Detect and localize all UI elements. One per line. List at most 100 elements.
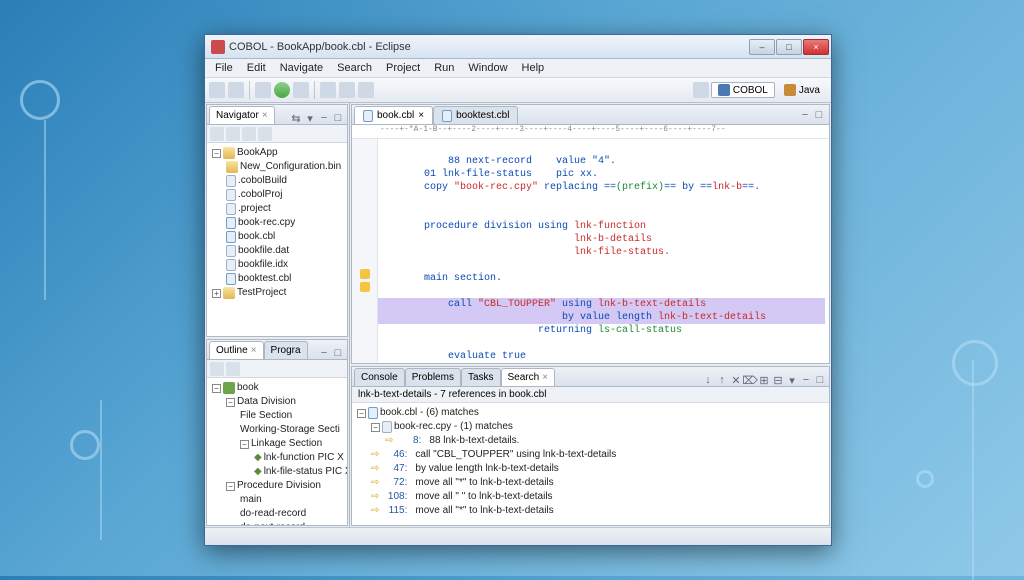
collapse-icon[interactable]: −	[371, 423, 380, 432]
outline-leaf[interactable]: ◆ lnk-function PIC X	[252, 451, 344, 465]
search-tab[interactable]: Search×	[501, 368, 556, 386]
tree-item[interactable]: New_Configuration.bin	[224, 160, 344, 174]
next-match-icon[interactable]: ↓	[702, 374, 714, 386]
run-button[interactable]	[274, 82, 290, 98]
menu-project[interactable]: Project	[380, 61, 426, 75]
ext-tools-button[interactable]	[293, 82, 309, 98]
maximize-icon[interactable]: □	[813, 109, 825, 121]
tree-item[interactable]: book.cbl	[224, 230, 344, 244]
collapse-icon[interactable]: −	[357, 409, 366, 418]
close-icon[interactable]: ×	[418, 110, 424, 121]
collapse-icon[interactable]: −	[212, 149, 221, 158]
warning-marker-icon[interactable]	[360, 269, 370, 279]
editor-tab[interactable]: booktest.cbl	[433, 106, 518, 124]
close-icon[interactable]: ×	[542, 372, 548, 383]
menu-navigate[interactable]: Navigate	[274, 61, 329, 75]
menu-window[interactable]: Window	[462, 61, 513, 75]
tree-item[interactable]: booktest.cbl	[224, 272, 344, 286]
code-area[interactable]: 88 next-record value "4". 01 lnk-file-st…	[352, 139, 829, 363]
expand-all-icon[interactable]: ⊞	[758, 374, 770, 386]
warning-marker-icon[interactable]	[360, 282, 370, 292]
outline-node[interactable]: −Procedure Division	[224, 479, 344, 493]
outline-leaf[interactable]: main	[238, 493, 344, 507]
save-button[interactable]	[228, 82, 244, 98]
navigator-tab[interactable]: Navigator ×	[209, 106, 275, 124]
minimize-icon[interactable]: −	[318, 112, 330, 124]
tree-item[interactable]: bookfile.dat	[224, 244, 344, 258]
program-tab[interactable]: Progra	[264, 341, 308, 359]
collapse-icon[interactable]: −	[226, 482, 235, 491]
tree-item[interactable]: bookfile.idx	[224, 258, 344, 272]
outline-leaf[interactable]: do-next-record	[238, 521, 344, 525]
outline-leaf[interactable]: ◆ lnk-file-status PIC X	[252, 465, 344, 479]
nav-fwd-button[interactable]	[358, 82, 374, 98]
outline-node[interactable]: −Data Division	[224, 395, 344, 409]
close-icon[interactable]: ×	[262, 110, 268, 121]
console-tab[interactable]: Console	[354, 368, 405, 386]
open-perspective-button[interactable]	[693, 82, 709, 98]
code-editor[interactable]: ----+-*A-1-B--+----2----+----3----+----4…	[352, 125, 829, 363]
collapse-icon[interactable]: −	[226, 398, 235, 407]
maximize-icon[interactable]: □	[332, 112, 344, 124]
new-button[interactable]	[209, 82, 225, 98]
search-match[interactable]: ⇨115:move all "*" to lnk-b-text-details	[369, 504, 826, 518]
tasks-tab[interactable]: Tasks	[461, 368, 501, 386]
problems-tab[interactable]: Problems	[405, 368, 461, 386]
maximize-button[interactable]: □	[776, 39, 802, 55]
remove-match-icon[interactable]: ✕	[730, 374, 742, 386]
back-button[interactable]	[210, 127, 224, 141]
collapse-icon[interactable]: −	[240, 440, 249, 449]
remove-all-icon[interactable]: ⌦	[744, 374, 756, 386]
collapse-icon[interactable]: −	[212, 384, 221, 393]
tree-item[interactable]: .cobolProj	[224, 188, 344, 202]
prev-match-icon[interactable]: ↑	[716, 374, 728, 386]
up-button[interactable]	[242, 127, 256, 141]
search-match[interactable]: ⇨46:call "CBL_TOUPPER" using lnk-b-text-…	[369, 448, 826, 462]
minimize-button[interactable]: –	[749, 39, 775, 55]
expand-icon[interactable]: +	[212, 289, 221, 298]
nav-back-button[interactable]	[339, 82, 355, 98]
menu-help[interactable]: Help	[516, 61, 551, 75]
collapse-button[interactable]	[258, 127, 272, 141]
search-match[interactable]: ⇨8:88 lnk-b-text-details.	[383, 434, 826, 448]
close-button[interactable]: ×	[803, 39, 829, 55]
minimize-icon[interactable]: −	[800, 374, 812, 386]
filter-button[interactable]	[226, 362, 240, 376]
search-file-node[interactable]: −book-rec.cpy - (1) matches	[369, 420, 826, 434]
project-node[interactable]: + TestProject	[210, 286, 344, 300]
tree-item[interactable]: .cobolBuild	[224, 174, 344, 188]
tree-item[interactable]: .project	[224, 202, 344, 216]
outline-node[interactable]: Working-Storage Secti	[238, 423, 344, 437]
menu-edit[interactable]: Edit	[241, 61, 272, 75]
outline-node[interactable]: File Section	[238, 409, 344, 423]
outline-tab[interactable]: Outline ×	[209, 341, 264, 359]
perspective-java[interactable]: Java	[777, 82, 827, 98]
sort-button[interactable]	[210, 362, 224, 376]
search-match[interactable]: ⇨108:move all " " to lnk-b-text-details	[369, 490, 826, 504]
search-button[interactable]	[320, 82, 336, 98]
debug-button[interactable]	[255, 82, 271, 98]
maximize-icon[interactable]: □	[332, 347, 344, 359]
minimize-icon[interactable]: −	[318, 347, 330, 359]
project-node[interactable]: − BookApp	[210, 146, 344, 160]
menu-run[interactable]: Run	[428, 61, 460, 75]
link-editor-icon[interactable]: ⇆	[290, 112, 302, 124]
view-menu-icon[interactable]: ▾	[304, 112, 316, 124]
titlebar[interactable]: COBOL - BookApp/book.cbl - Eclipse – □ ×	[205, 35, 831, 59]
outline-root[interactable]: −book	[210, 381, 344, 395]
tree-item[interactable]: book-rec.cpy	[224, 216, 344, 230]
search-file-node[interactable]: −book.cbl - (6) matches	[355, 406, 826, 420]
view-menu-icon[interactable]: ▾	[786, 374, 798, 386]
editor-tab-active[interactable]: book.cbl ×	[354, 106, 433, 124]
minimize-icon[interactable]: −	[799, 109, 811, 121]
outline-node[interactable]: −Linkage Section	[238, 437, 344, 451]
collapse-all-icon[interactable]: ⊟	[772, 374, 784, 386]
close-icon[interactable]: ×	[251, 345, 257, 356]
search-match[interactable]: ⇨72:move all "*" to lnk-b-text-details	[369, 476, 826, 490]
search-match[interactable]: ⇨47:by value length lnk-b-text-details	[369, 462, 826, 476]
maximize-icon[interactable]: □	[814, 374, 826, 386]
menu-file[interactable]: File	[209, 61, 239, 75]
fwd-button[interactable]	[226, 127, 240, 141]
perspective-cobol[interactable]: COBOL	[711, 82, 775, 98]
menu-search[interactable]: Search	[331, 61, 378, 75]
